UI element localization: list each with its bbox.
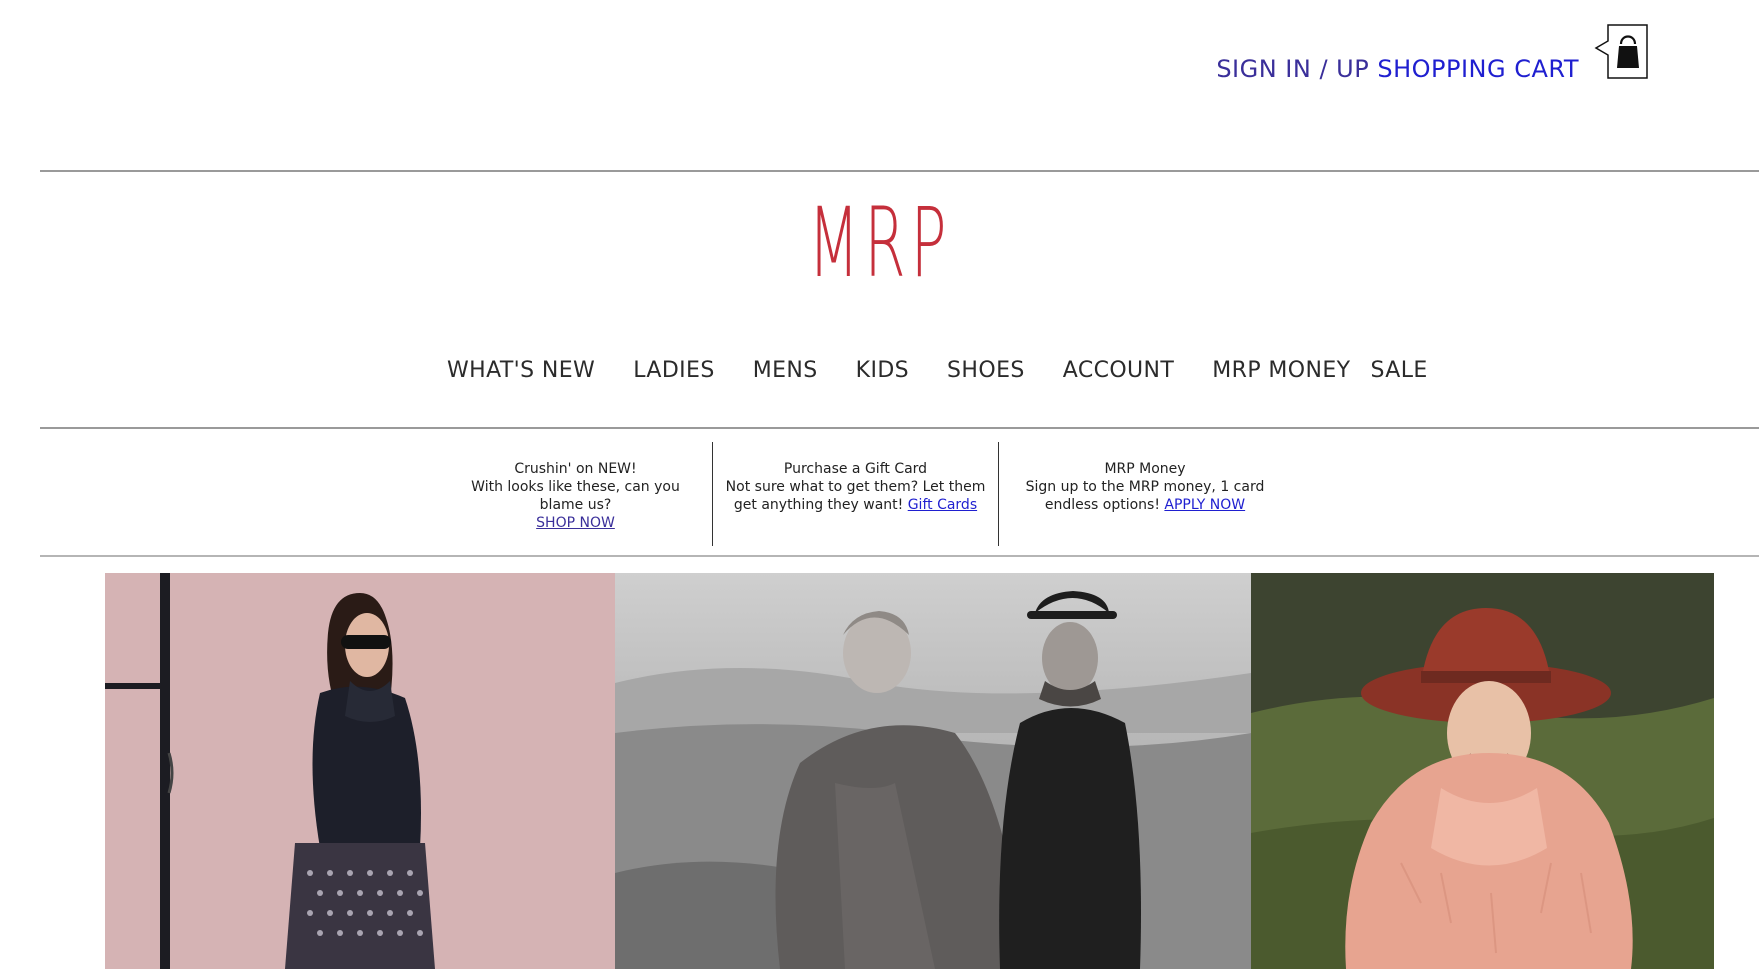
hero-image-hat-coat[interactable] (1251, 573, 1714, 969)
promo-new-arrivals: Crushin' on NEW! With looks like these, … (455, 442, 712, 546)
promo-title: Crushin' on NEW! (514, 461, 637, 477)
nav-item-account[interactable]: ACCOUNT (1063, 358, 1175, 383)
promo-title: MRP Money (1104, 461, 1186, 477)
promo-body: With looks like these, can you blame us? (471, 479, 680, 513)
nav-item-sale[interactable]: SALE (1371, 358, 1428, 383)
nav-item-shoes[interactable]: SHOES (947, 358, 1025, 383)
nav-item-mens[interactable]: MENS (753, 358, 818, 383)
promo-divider (40, 555, 1759, 557)
nav-item-mrp-money[interactable]: MRP MONEY (1212, 358, 1350, 383)
promo-mrp-money: MRP Money Sign up to the MRP money, 1 ca… (998, 442, 1308, 546)
promo-title: Purchase a Gift Card (783, 461, 928, 477)
shopping-cart-link[interactable]: SHOPPING CART (1377, 55, 1579, 83)
hero-image-ladies[interactable] (105, 573, 615, 969)
nav-item-kids[interactable]: KIDS (856, 358, 909, 383)
shopping-bag-icon[interactable] (1594, 24, 1648, 79)
brand-logo[interactable]: MRP (0, 195, 1759, 291)
hero-image-couple[interactable] (615, 573, 1251, 969)
gift-cards-link[interactable]: Gift Cards (908, 497, 977, 513)
nav-divider (40, 427, 1759, 429)
shop-now-link[interactable]: SHOP NOW (536, 515, 615, 531)
hero-banner[interactable] (105, 573, 1714, 969)
sign-in-link[interactable]: SIGN IN / UP (1216, 55, 1369, 83)
promo-strip: Crushin' on NEW! With looks like these, … (455, 442, 1308, 546)
header-divider (40, 170, 1759, 172)
logo-text: MRP (807, 187, 952, 299)
apply-now-link[interactable]: APPLY NOW (1164, 497, 1245, 513)
main-nav: WHAT'S NEW LADIES MENS KIDS SHOES ACCOUN… (447, 358, 1428, 383)
nav-item-whats-new[interactable]: WHAT'S NEW (447, 358, 595, 383)
promo-gift-card: Purchase a Gift Card Not sure what to ge… (712, 442, 998, 546)
header-links: SIGN IN / UP SHOPPING CART (1216, 55, 1579, 83)
nav-item-ladies[interactable]: LADIES (633, 358, 715, 383)
